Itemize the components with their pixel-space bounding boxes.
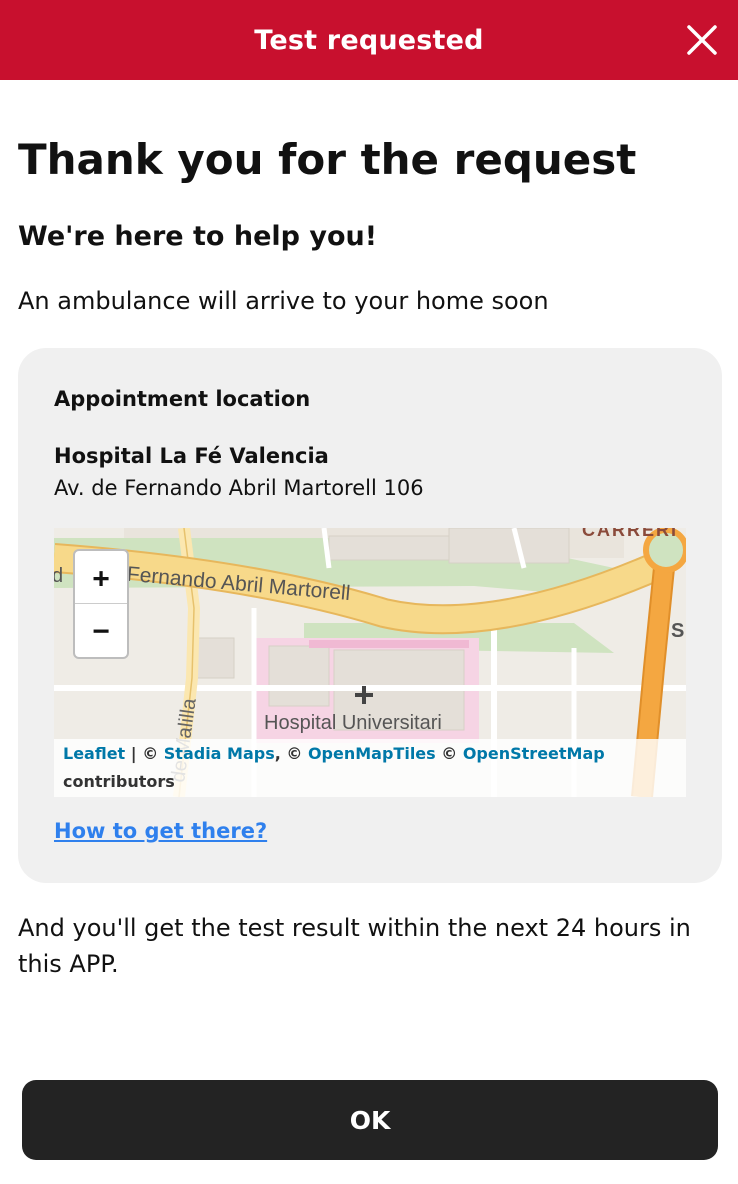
page-title: Thank you for the request	[18, 135, 637, 184]
close-button[interactable]	[684, 22, 720, 58]
ok-button-label: OK	[349, 1105, 391, 1135]
header-title: Test requested	[254, 24, 484, 56]
attribution-sep: | ©	[125, 744, 164, 763]
map-attribution: Leaflet | © Stadia Maps, © OpenMapTiles …	[54, 739, 686, 797]
result-footnote: And you'll get the test result within th…	[18, 914, 691, 978]
map-right-label: S	[671, 620, 684, 642]
close-icon	[687, 25, 717, 55]
map-hospital-label: Hospital Universitari	[264, 712, 442, 734]
location-map[interactable]: CARRERI d Fernando Abril Martorell de Ma…	[54, 528, 686, 797]
attribution-contributors: contributors	[63, 772, 175, 791]
hospital-name: Hospital La Fé Valencia	[54, 444, 329, 468]
directions-link[interactable]: How to get there?	[54, 816, 267, 846]
appointment-card: Appointment location Hospital La Fé Vale…	[18, 348, 722, 883]
hospital-address: Av. de Fernando Abril Martorell 106	[54, 476, 424, 500]
openmaptiles-link[interactable]: OpenMapTiles	[308, 744, 436, 763]
leaflet-link[interactable]: Leaflet	[63, 744, 125, 763]
subtitle: We're here to help you!	[18, 221, 378, 252]
stadia-link[interactable]: Stadia Maps	[164, 744, 275, 763]
zoom-out-button[interactable]: −	[75, 604, 127, 657]
zoom-control: + −	[73, 549, 129, 659]
map-street-label-left: d	[54, 565, 63, 587]
openstreetmap-link[interactable]: OpenStreetMap	[463, 744, 605, 763]
header-bar: Test requested	[0, 0, 738, 80]
ok-button[interactable]: OK	[22, 1080, 718, 1160]
attribution-sep: ©	[435, 744, 463, 763]
attribution-sep: , ©	[274, 744, 308, 763]
ambulance-message: An ambulance will arrive to your home so…	[18, 287, 549, 315]
map-top-label: CARRERI	[582, 528, 678, 540]
appointment-heading: Appointment location	[54, 387, 311, 411]
zoom-in-button[interactable]: +	[75, 551, 127, 604]
